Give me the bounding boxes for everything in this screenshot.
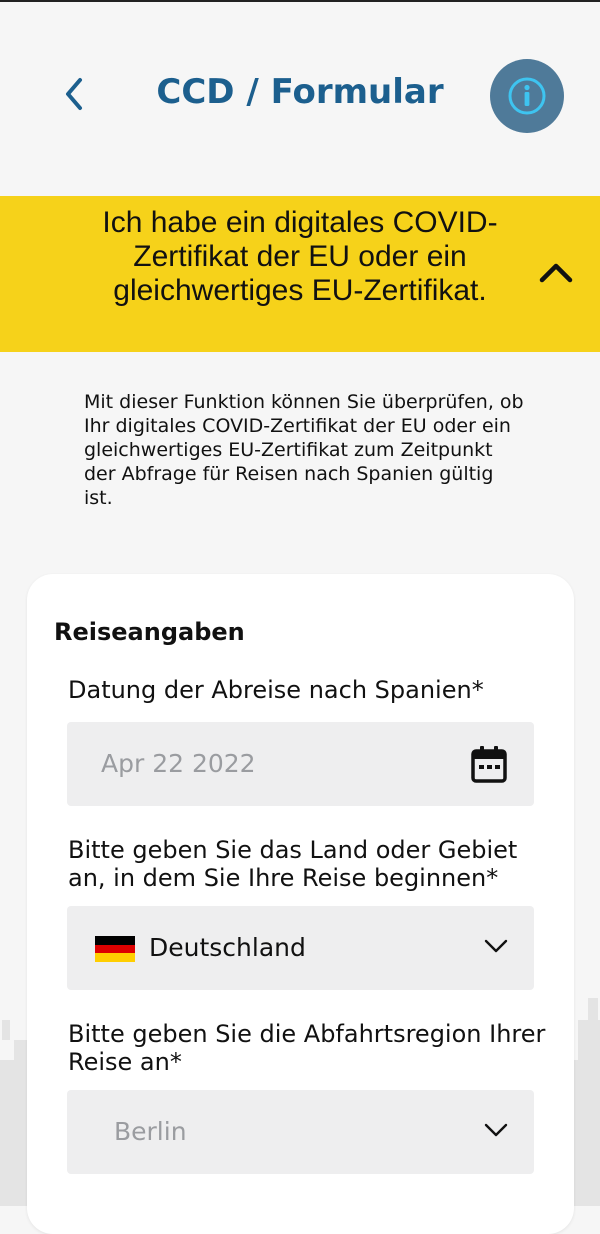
certificate-type-banner[interactable]: Ich habe ein digitales COVID-Zertifikat … [0, 196, 600, 352]
departure-date-field[interactable]: Apr 22 2022 [67, 722, 534, 806]
start-country-select[interactable]: Deutschland [67, 906, 534, 990]
chevron-up-icon[interactable] [536, 258, 576, 286]
departure-region-placeholder: Berlin [114, 1117, 187, 1146]
banner-text: Ich habe ein digitales COVID-Zertifikat … [102, 206, 498, 307]
app-header: CCD / Formular [0, 2, 600, 196]
germany-flag-icon [95, 936, 135, 962]
chevron-down-icon [484, 1123, 508, 1137]
departure-region-select[interactable]: Berlin [67, 1090, 534, 1174]
section-title: Reiseangaben [54, 618, 245, 646]
departure-date-label: Datung der Abreise nach Spanien* [68, 676, 484, 704]
departure-region-label: Bitte geben Sie die Abfahrtsregion Ihrer… [68, 1020, 546, 1076]
start-country-value: Deutschland [149, 933, 306, 962]
chevron-down-icon [484, 939, 508, 953]
info-icon [505, 74, 549, 118]
info-button[interactable] [490, 59, 564, 133]
calendar-icon[interactable] [470, 744, 508, 784]
start-country-label: Bitte geben Sie das Land oder Gebiet an,… [68, 836, 518, 892]
departure-date-placeholder: Apr 22 2022 [101, 749, 256, 778]
function-description: Mit dieser Funktion können Sie überprüfe… [84, 391, 524, 509]
